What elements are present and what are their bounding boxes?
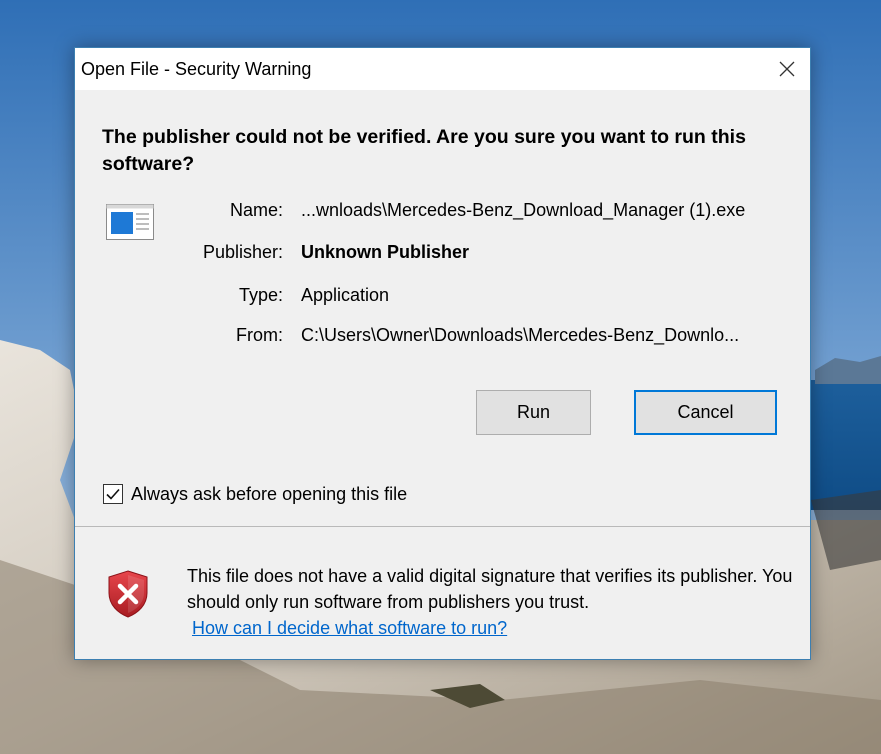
always-ask-checkbox[interactable] [103, 484, 123, 504]
signature-warning-text: This file does not have a valid digital … [187, 563, 797, 641]
name-label: Name: [229, 200, 283, 220]
publisher-value: Unknown Publisher [301, 242, 470, 262]
type-label: Type: [238, 285, 283, 305]
always-ask-option[interactable]: Always ask before opening this file [103, 480, 407, 508]
type-value: Application [301, 285, 390, 305]
decide-software-link[interactable]: How can I decide what software to run? [192, 615, 507, 641]
title-bar: Open File - Security Warning [75, 48, 810, 90]
signature-warning-footer: This file does not have a valid digital … [75, 527, 810, 659]
dialog-title: Open File - Security Warning [81, 59, 312, 79]
name-value: ...wnloads\Mercedes-Benz_Download_Manage… [301, 200, 746, 220]
checkmark-icon [106, 488, 120, 500]
always-ask-label: Always ask before opening this file [131, 483, 408, 504]
publisher-label: Publisher: [202, 242, 283, 262]
application-icon [106, 204, 154, 240]
warning-heading: The publisher could not be verified. Are… [102, 126, 746, 175]
dialog-content: The publisher could not be verified. Are… [75, 90, 810, 526]
security-shield-error-icon [106, 569, 150, 619]
close-icon[interactable] [770, 52, 804, 86]
signature-warning-message: This file does not have a valid digital … [187, 566, 793, 612]
run-button[interactable]: Run [476, 390, 591, 435]
cancel-button[interactable]: Cancel [634, 390, 777, 435]
from-label: From: [236, 325, 283, 345]
from-value: C:\Users\Owner\Downloads\Mercedes-Benz_D… [301, 325, 740, 345]
security-warning-dialog: Open File - Security Warning The publish… [74, 47, 811, 660]
